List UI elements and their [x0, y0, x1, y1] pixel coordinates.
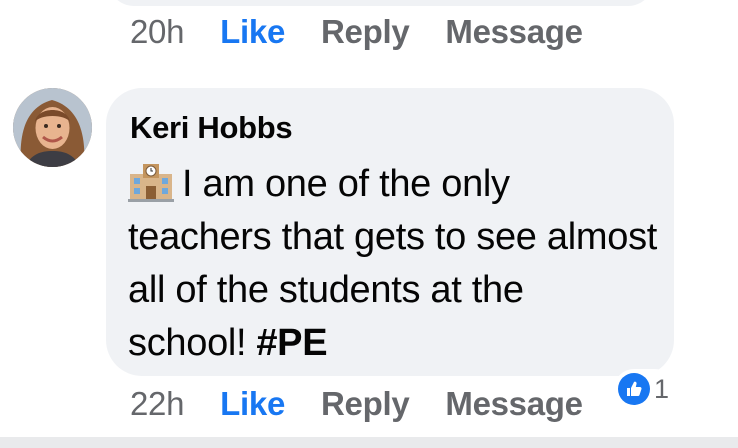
- message-button[interactable]: Message: [445, 13, 583, 51]
- comment-text: I am one of the only teachers that gets …: [128, 158, 658, 370]
- reaction-badge[interactable]: 1: [614, 369, 676, 409]
- comment-body: I am one of the only teachers that gets …: [128, 163, 658, 364]
- comment-author[interactable]: Keri Hobbs: [130, 110, 293, 146]
- reply-button[interactable]: Reply: [321, 13, 410, 51]
- reaction-count: 1: [654, 373, 670, 404]
- comment-timestamp[interactable]: 22h: [130, 385, 184, 423]
- comment-timestamp[interactable]: 20h: [130, 13, 184, 51]
- like-button[interactable]: Like: [220, 13, 285, 51]
- comment-actions: 22h Like Reply Message: [130, 385, 583, 423]
- school-icon: [128, 162, 174, 202]
- hashtag-link[interactable]: #PE: [256, 322, 327, 364]
- avatar-photo: [13, 88, 92, 167]
- message-button[interactable]: Message: [445, 385, 583, 423]
- like-button[interactable]: Like: [220, 385, 285, 423]
- previous-comment-bubble: [108, 0, 654, 6]
- thumbs-up-icon: [618, 373, 650, 405]
- avatar[interactable]: [13, 88, 92, 167]
- comment-bubble: Keri Hobbs I am one of the only teachers…: [106, 88, 674, 376]
- previous-comment-actions: 20h Like Reply Message: [130, 13, 583, 51]
- reply-button[interactable]: Reply: [321, 385, 410, 423]
- divider: [0, 437, 738, 448]
